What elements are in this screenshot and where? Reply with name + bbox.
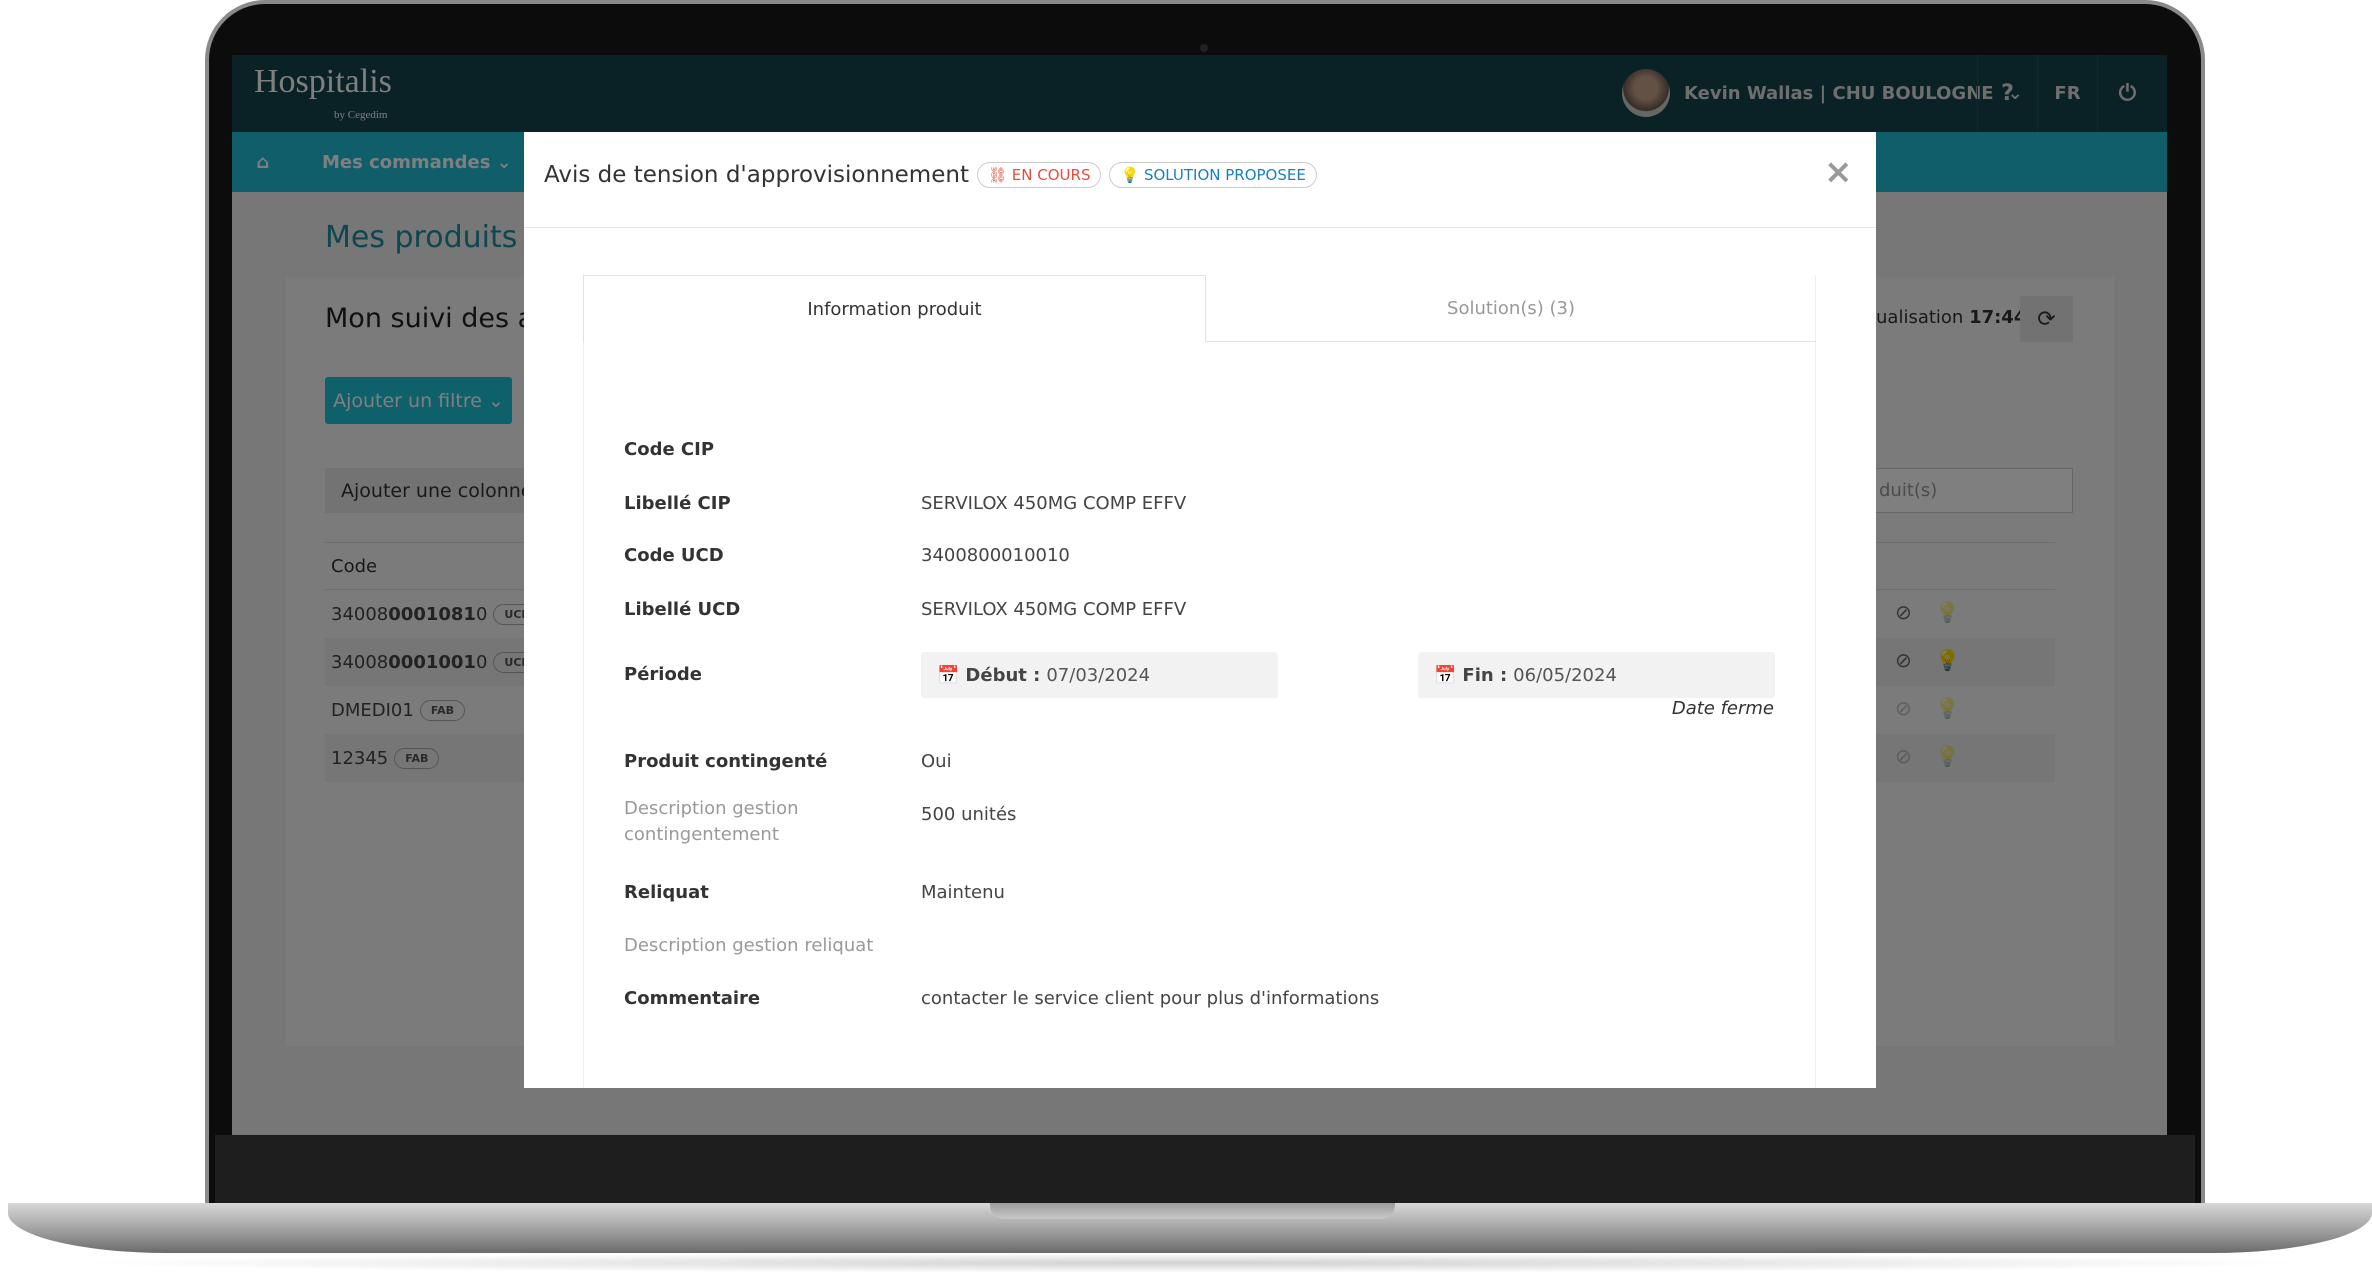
label-code-cip: Code CIP bbox=[624, 439, 715, 460]
supply-tension-modal: Avis de tension d'approvisionnement ⛓ EN… bbox=[524, 132, 1876, 1088]
camera bbox=[1200, 44, 1208, 52]
value-libelle-ucd: SERVILOX 450MG COMP EFFV bbox=[921, 599, 1187, 620]
calendar-icon: 📅 bbox=[1434, 664, 1457, 686]
solution-label: SOLUTION PROPOSEE bbox=[1143, 166, 1306, 184]
value-commentaire: contacter le service client pour plus d'… bbox=[921, 988, 1380, 1009]
debut-label: Début : bbox=[965, 664, 1041, 686]
calendar-icon: 📅 bbox=[937, 664, 960, 686]
tab-solutions[interactable]: Solution(s) (3) bbox=[1206, 275, 1816, 342]
fin-value: 06/05/2024 bbox=[1513, 664, 1617, 686]
date-debut: 📅 Début :07/03/2024 bbox=[921, 652, 1278, 698]
label-desc-reliquat: Description gestion reliquat bbox=[624, 935, 874, 956]
date-ferme-note: Date ferme bbox=[1671, 698, 1774, 719]
laptop-chin bbox=[215, 1135, 2195, 1203]
status-label: EN COURS bbox=[1011, 166, 1091, 184]
debut-value: 07/03/2024 bbox=[1046, 664, 1151, 686]
value-libelle-cip: SERVILOX 450MG COMP EFFV bbox=[921, 493, 1187, 514]
laptop-shadow bbox=[60, 1253, 2320, 1273]
value-code-ucd: 3400800010010 bbox=[921, 545, 1070, 566]
label-reliquat: Reliquat bbox=[624, 882, 709, 903]
modal-header: Avis de tension d'approvisionnement ⛓ EN… bbox=[544, 162, 1317, 188]
label-libelle-ucd: Libellé UCD bbox=[624, 599, 741, 620]
broken-link-icon: ⛓ bbox=[987, 166, 1008, 184]
value-desc-contingent: 500 unités bbox=[921, 804, 1017, 825]
modal-title: Avis de tension d'approvisionnement bbox=[544, 162, 969, 188]
screen: Hospitalisby Cegedim Kevin Wallas | CHU … bbox=[232, 55, 2167, 1135]
solution-badge: 💡 SOLUTION PROPOSEE bbox=[1109, 162, 1317, 188]
laptop-notch bbox=[990, 1203, 1395, 1219]
label-contingente: Produit contingenté bbox=[624, 751, 828, 772]
lightbulb-icon: 💡 bbox=[1120, 166, 1140, 184]
label-libelle-cip: Libellé CIP bbox=[624, 493, 731, 514]
label-commentaire: Commentaire bbox=[624, 988, 761, 1009]
close-button[interactable]: × bbox=[1824, 152, 1853, 192]
tab-information-produit[interactable]: Information produit bbox=[583, 275, 1206, 342]
tab-label: Solution(s) (3) bbox=[1447, 297, 1575, 319]
close-icon: × bbox=[1824, 152, 1853, 192]
date-fin: 📅 Fin :06/05/2024 bbox=[1418, 652, 1775, 698]
label-desc-contingent: Description gestion contingentement bbox=[624, 798, 799, 845]
tab-label: Information produit bbox=[807, 298, 982, 320]
value-reliquat: Maintenu bbox=[921, 882, 1005, 903]
status-badge: ⛓ EN COURS bbox=[976, 162, 1102, 188]
value-contingente: Oui bbox=[921, 751, 952, 772]
label-periode: Période bbox=[624, 664, 702, 685]
fin-label: Fin : bbox=[1462, 664, 1508, 686]
label-code-ucd: Code UCD bbox=[624, 545, 724, 566]
divider bbox=[524, 227, 1876, 228]
